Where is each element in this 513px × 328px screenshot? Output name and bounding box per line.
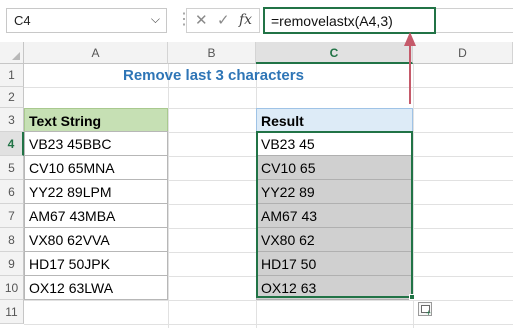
cell-a7[interactable]: AM67 43MBA [24, 203, 168, 228]
enter-icon[interactable]: ✓ [217, 11, 230, 29]
cell-a6[interactable]: YY22 89LPM [24, 179, 168, 204]
column-header-d[interactable]: D [413, 42, 513, 64]
cancel-icon[interactable]: ✕ [195, 11, 208, 29]
drag-handle-icon[interactable]: ⋮ [176, 9, 192, 33]
row-header-5[interactable]: 5 [0, 156, 24, 180]
header-result[interactable]: Result [256, 108, 413, 132]
gridline [168, 64, 169, 328]
column-header-a[interactable]: A [24, 42, 168, 64]
fill-handle[interactable] [409, 294, 415, 300]
chevron-down-icon[interactable]: ⌵ [151, 12, 160, 27]
arrow-up-icon [404, 32, 416, 104]
select-all-corner[interactable] [0, 42, 24, 64]
row-header-8[interactable]: 8 [0, 228, 24, 252]
column-header-b[interactable]: B [168, 42, 256, 64]
cell-a8[interactable]: VX80 62VVA [24, 227, 168, 252]
quick-analysis-icon[interactable] [418, 302, 432, 318]
sheet-title-text: Remove last 3 characters [123, 67, 304, 84]
row-header-1[interactable]: 1 [0, 64, 24, 87]
header-text-string[interactable]: Text String [24, 108, 168, 132]
selection-range [256, 131, 413, 298]
cell-a4[interactable]: VB23 45BBC [24, 131, 168, 156]
formula-text: =removelastx(A4,3) [271, 13, 393, 29]
fx-icon[interactable]: fx [239, 12, 252, 28]
row-header-11[interactable]: 11 [0, 300, 24, 324]
row-header-6[interactable]: 6 [0, 180, 24, 204]
name-box[interactable]: C4 ⌵ [6, 8, 167, 33]
formula-input-extension[interactable] [436, 8, 513, 33]
row-header-2[interactable]: 2 [0, 87, 24, 108]
column-header-c[interactable]: C [256, 42, 413, 64]
row-header-4[interactable]: 4 [0, 132, 24, 156]
name-box-value: C4 [14, 13, 31, 28]
cell-a9[interactable]: HD17 50JPK [24, 251, 168, 276]
cell-a5[interactable]: CV10 65MNA [24, 155, 168, 180]
row-header-3[interactable]: 3 [0, 108, 24, 132]
row-header-7[interactable]: 7 [0, 204, 24, 228]
gridline [24, 300, 513, 301]
cell-a10[interactable]: OX12 63LWA [24, 275, 168, 300]
gridline [24, 324, 513, 325]
arrow-head [404, 32, 416, 46]
formula-buttons: ✕ ✓ fx [186, 8, 260, 33]
row-header-9[interactable]: 9 [0, 252, 24, 276]
row-header-10[interactable]: 10 [0, 276, 24, 300]
sheet-title[interactable]: Remove last 3 characters [24, 65, 384, 87]
gridline [24, 87, 513, 88]
